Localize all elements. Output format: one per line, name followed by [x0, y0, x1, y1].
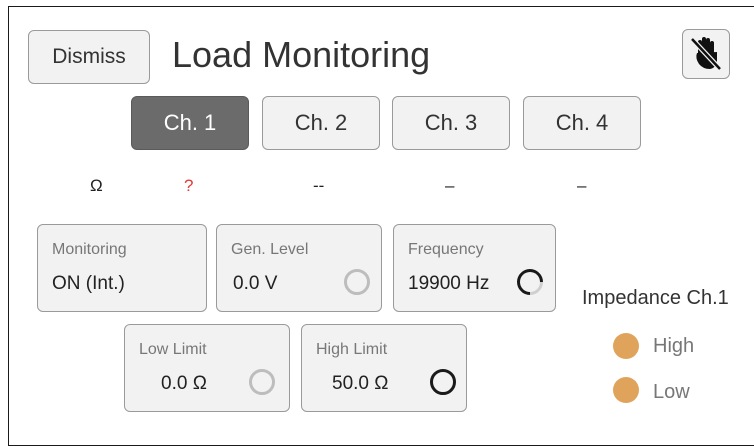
gen-level-status-icon: [344, 269, 370, 295]
high-limit-field[interactable]: High Limit 50.0 Ω: [301, 324, 467, 412]
gen-level-field[interactable]: Gen. Level 0.0 V: [216, 224, 382, 312]
monitoring-label: Monitoring: [52, 241, 127, 258]
tab-ch-1[interactable]: Ch. 1: [131, 96, 249, 150]
ch4-impedance-value: –: [577, 176, 587, 195]
tab-ch-3[interactable]: Ch. 3: [392, 96, 510, 150]
dismiss-button[interactable]: Dismiss: [28, 30, 150, 84]
gen-level-label: Gen. Level: [231, 241, 309, 258]
high-limit-status-icon: [430, 369, 456, 395]
low-limit-value: 0.0 Ω: [161, 373, 207, 394]
low-indicator-label: Low: [653, 381, 690, 403]
low-limit-label: Low Limit: [139, 341, 207, 358]
frequency-value: 19900 Hz: [408, 273, 490, 294]
mute-hand-icon: [690, 37, 722, 71]
ch1-impedance-value: ?: [184, 176, 194, 195]
tab-ch-4[interactable]: Ch. 4: [523, 96, 641, 150]
high-limit-value: 50.0 Ω: [332, 373, 389, 394]
frequency-loading-icon: [511, 263, 549, 301]
frequency-field[interactable]: Frequency 19900 Hz: [393, 224, 556, 312]
low-limit-field[interactable]: Low Limit 0.0 Ω: [124, 324, 290, 412]
monitoring-field[interactable]: Monitoring ON (Int.): [37, 224, 207, 312]
high-indicator-label: High: [653, 335, 695, 357]
tab-ch-2[interactable]: Ch. 2: [262, 96, 380, 150]
mute-button[interactable]: [682, 29, 730, 79]
ohm-symbol: Ω: [90, 176, 103, 195]
low-limit-status-icon: [249, 369, 275, 395]
high-limit-label: High Limit: [316, 341, 388, 358]
ch2-impedance-value: --: [313, 176, 325, 195]
impedance-title: Impedance Ch.1: [582, 287, 729, 309]
monitoring-value: ON (Int.): [52, 273, 125, 294]
page-title: Load Monitoring: [172, 34, 431, 75]
low-indicator-icon: [613, 377, 639, 403]
frequency-label: Frequency: [408, 241, 484, 258]
gen-level-value: 0.0 V: [233, 273, 278, 294]
high-indicator-icon: [613, 333, 639, 359]
ch3-impedance-value: –: [445, 176, 455, 195]
